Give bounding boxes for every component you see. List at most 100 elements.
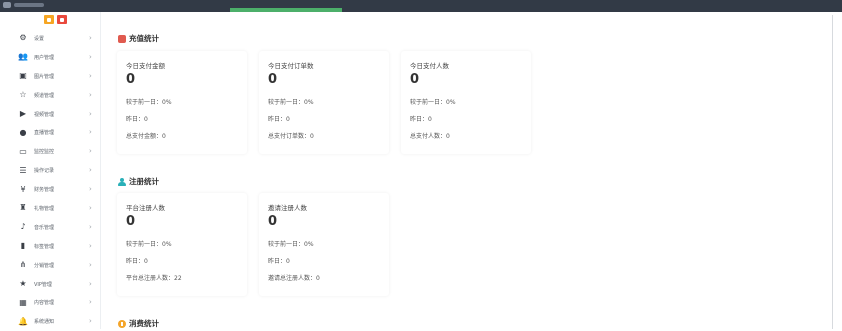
card-yesterday: 昨日：0 (268, 116, 290, 123)
card-invite-register: 邀请注册人数 0 较于前一日：0% 昨日：0 邀请总注册人数：0 (259, 193, 389, 296)
sidebar-item-6[interactable]: ▭ 监控监控 › (0, 142, 100, 161)
monitor-icon: ▭ (19, 146, 27, 156)
card-total: 邀请总注册人数：0 (268, 275, 320, 282)
sidebar-quick-actions (44, 15, 67, 24)
active-tab-indicator[interactable] (230, 8, 342, 12)
card-compare: 较于前一日：0% (126, 241, 172, 248)
sidebar-item-11[interactable]: ▮ 标签管理 › (0, 237, 100, 256)
card-compare: 较于前一日：0% (410, 99, 456, 106)
card-total: 平台总注册人数：22 (126, 275, 182, 282)
chevron-right-icon: › (89, 260, 92, 269)
consume-icon (118, 319, 126, 328)
recharge-icon (118, 34, 126, 43)
scrollbar[interactable] (832, 15, 833, 329)
record-icon: ● (19, 127, 27, 137)
sidebar-item-label: 内容管理 (34, 300, 55, 307)
logo-icon (3, 2, 11, 8)
card-compare: 较于前一日：0% (268, 241, 314, 248)
sidebar-item-label: 标签管理 (34, 243, 55, 250)
sidebar-item-8[interactable]: ¥ 财务管理 › (0, 180, 100, 199)
chevron-right-icon: › (89, 109, 92, 118)
card-total: 总支付人数：0 (410, 133, 450, 140)
card-title: 今日支付人数 (410, 62, 449, 70)
sidebar-item-1[interactable]: 👥 用户管理 › (0, 48, 100, 67)
grid-icon: ▦ (19, 297, 27, 307)
card-value: 0 (410, 72, 420, 87)
sidebar-item-0[interactable]: ⚙ 设置 › (0, 29, 100, 48)
logo-text (14, 3, 44, 7)
sidebar-item-7[interactable]: ☰ 操作记录 › (0, 161, 100, 180)
recharge-title-text: 充值统计 (129, 34, 159, 43)
sidebar-item-label: 分销管理 (34, 262, 55, 269)
chevron-right-icon: › (89, 279, 92, 288)
sidebar-item-10[interactable]: ♪ 音乐管理 › (0, 218, 100, 237)
card-title: 邀请注册人数 (268, 204, 307, 212)
card-platform-register: 平台注册人数 0 较于前一日：0% 昨日：0 平台总注册人数：22 (117, 193, 247, 296)
chevron-right-icon: › (89, 71, 92, 80)
recharge-section-title: 充值统计 (118, 33, 159, 44)
chevron-right-icon: › (89, 90, 92, 99)
card-value: 0 (268, 214, 278, 229)
register-title-text: 注册统计 (129, 177, 159, 186)
sidebar-item-2[interactable]: ▣ 图片管理 › (0, 67, 100, 86)
sidebar-item-12[interactable]: ⋔ 分销管理 › (0, 256, 100, 275)
consume-title-text: 消费统计 (129, 319, 159, 328)
card-yesterday: 昨日：0 (126, 116, 148, 123)
sidebar-item-4[interactable]: ▶ 视频管理 › (0, 105, 100, 124)
card-total: 总支付订单数：0 (268, 133, 314, 140)
card-yesterday: 昨日：0 (268, 258, 290, 265)
card-title: 今日支付金额 (126, 62, 165, 70)
card-pay-amount: 今日支付金额 0 较于前一日：0% 昨日：0 总支付金额：0 (117, 51, 247, 154)
sidebar-item-label: 用户管理 (34, 54, 55, 61)
chevron-right-icon: › (89, 298, 92, 307)
users-icon: 👥 (18, 52, 28, 62)
card-value: 0 (268, 72, 278, 87)
person-icon (118, 177, 126, 186)
card-pay-users: 今日支付人数 0 较于前一日：0% 昨日：0 总支付人数：0 (401, 51, 531, 154)
chevron-right-icon: › (89, 241, 92, 250)
bell-icon: 🔔 (18, 316, 28, 326)
sidebar-item-label: 财务管理 (34, 187, 55, 194)
chevron-right-icon: › (89, 166, 92, 175)
card-title: 今日支付订单数 (268, 62, 314, 70)
card-compare: 较于前一日：0% (268, 99, 314, 106)
sidebar-item-label: 图片管理 (34, 73, 55, 80)
sidebar-item-label: 礼物管理 (34, 205, 55, 212)
theme-toggle-button[interactable] (44, 15, 54, 24)
sidebar: ⚙ 设置 › 👥 用户管理 › ▣ 图片管理 › ☆ 频道管理 › ▶ 视频管理 › ● 直播管理 › ▭ 监控监控 ›… (0, 12, 101, 329)
sidebar-item-3[interactable]: ☆ 频道管理 › (0, 86, 100, 105)
card-value: 0 (126, 72, 136, 87)
sidebar-item-9[interactable]: ♜ 礼物管理 › (0, 199, 100, 218)
top-navbar (0, 0, 842, 12)
sidebar-item-label: 监控监控 (34, 149, 55, 156)
sidebar-item-14[interactable]: ▦ 内容管理 › (0, 293, 100, 312)
notification-button[interactable] (57, 15, 67, 24)
sidebar-item-label: 直播管理 (34, 130, 55, 137)
star-icon: ★ (19, 279, 27, 289)
music-icon: ♪ (20, 222, 26, 232)
sidebar-item-13[interactable]: ★ VIP管理 › (0, 275, 100, 294)
card-title: 平台注册人数 (126, 204, 165, 212)
video-camera-icon: ▶ (19, 109, 27, 118)
alert-icon (60, 17, 64, 22)
sidebar-item-label: 操作记录 (34, 168, 55, 175)
register-section-title: 注册统计 (118, 176, 159, 187)
sidebar-item-15[interactable]: 🔔 系统通知 › (0, 312, 100, 331)
chevron-right-icon: › (89, 147, 92, 156)
sidebar-item-label: 设置 (34, 35, 45, 42)
consume-section-title: 消费统计 (118, 318, 159, 329)
sidebar-item-label: 视频管理 (34, 111, 55, 118)
sidebar-item-5[interactable]: ● 直播管理 › (0, 123, 100, 142)
theme-icon (47, 17, 51, 22)
yen-icon: ¥ (20, 184, 26, 194)
database-icon: ☰ (19, 165, 27, 175)
card-compare: 较于前一日：0% (126, 99, 172, 106)
gears-icon: ⚙ (19, 33, 27, 43)
card-yesterday: 昨日：0 (126, 258, 148, 265)
card-yesterday: 昨日：0 (410, 116, 432, 123)
sidebar-menu: ⚙ 设置 › 👥 用户管理 › ▣ 图片管理 › ☆ 频道管理 › ▶ 视频管理 › ● 直播管理 › ▭ 监控监控 ›… (0, 29, 100, 331)
sidebar-item-label: 频道管理 (34, 92, 55, 99)
chevron-right-icon: › (89, 52, 92, 61)
sidebar-item-label: 音乐管理 (34, 224, 55, 231)
chevron-right-icon: › (89, 185, 92, 194)
